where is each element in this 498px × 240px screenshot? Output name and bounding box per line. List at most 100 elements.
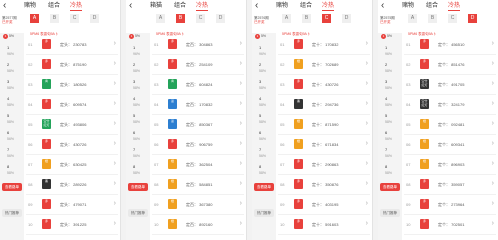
view-history-button[interactable]: 查看路单 xyxy=(380,183,400,191)
chevron-right-icon[interactable]: › xyxy=(366,200,368,207)
side-row[interactable]: 4 58% xyxy=(126,94,150,111)
chevron-right-icon[interactable]: › xyxy=(240,100,242,107)
side-row[interactable]: 5 58% xyxy=(0,111,24,128)
chevron-right-icon[interactable]: › xyxy=(114,120,116,127)
list-item[interactable]: 02 橙 定十： 702689 › xyxy=(278,57,370,75)
side-row[interactable]: 2 58% xyxy=(0,60,24,77)
back-chevron-icon[interactable]: ‹ xyxy=(255,0,258,12)
side-row[interactable]: 4 58% xyxy=(252,94,276,111)
side-row[interactable]: 1 96% xyxy=(126,43,150,60)
side-row[interactable]: 2 58% xyxy=(126,60,150,77)
letter-d-button[interactable]: D xyxy=(342,14,351,23)
side-row[interactable]: 4 58% xyxy=(378,94,402,111)
tab-3[interactable]: 冷热 xyxy=(448,2,461,11)
chevron-right-icon[interactable]: › xyxy=(240,140,242,147)
hot-recommend-button[interactable]: 热门推荐 xyxy=(128,209,148,217)
list-item[interactable]: 09 赤 定头： 479071 › xyxy=(26,197,118,215)
chevron-right-icon[interactable]: › xyxy=(366,120,368,127)
side-row[interactable]: 4 58% xyxy=(0,94,24,111)
letter-d-button[interactable]: D xyxy=(216,14,225,23)
tab-3[interactable]: 冷热 xyxy=(322,2,335,11)
tab-1[interactable]: 赌物 xyxy=(276,2,288,10)
chevron-right-icon[interactable]: › xyxy=(114,160,116,167)
list-item[interactable]: 05 橙 定个： 092481 › xyxy=(404,117,496,135)
view-history-button[interactable]: 查看路单 xyxy=(2,183,22,191)
list-item[interactable]: 09 赤 定十： 403195 › xyxy=(278,197,370,215)
list-item[interactable]: 10 赤 定十： 591603 › xyxy=(278,217,370,235)
list-item[interactable]: 10 赤 定个： 702501 › xyxy=(404,217,496,235)
chevron-right-icon[interactable]: › xyxy=(114,180,116,187)
side-row[interactable]: 6 56% xyxy=(252,128,276,145)
tab-2[interactable]: 组合 xyxy=(48,2,60,10)
list-item[interactable]: 07 橙 定百： 362504 › xyxy=(152,157,244,175)
list-item[interactable]: 01 赤 定个： 456510 › xyxy=(404,37,496,55)
side-row[interactable]: 3 58% xyxy=(0,77,24,94)
side-row[interactable]: 6 56% xyxy=(0,128,24,145)
letter-d-button[interactable]: D xyxy=(90,14,99,23)
letter-a-button[interactable]: A xyxy=(30,14,39,23)
tab-1[interactable]: 箱猫 xyxy=(150,2,162,10)
chevron-right-icon[interactable]: › xyxy=(114,40,116,47)
chevron-right-icon[interactable]: › xyxy=(240,60,242,67)
chevron-right-icon[interactable]: › xyxy=(492,140,494,147)
chevron-right-icon[interactable]: › xyxy=(114,60,116,67)
chevron-right-icon[interactable]: › xyxy=(492,100,494,107)
chevron-right-icon[interactable]: › xyxy=(240,220,242,227)
tab-3[interactable]: 冷热 xyxy=(196,2,209,11)
side-row[interactable]: 3 58% xyxy=(252,77,276,94)
side-row[interactable]: 8 58% xyxy=(126,162,150,179)
tab-2[interactable]: 组合 xyxy=(174,2,186,10)
letter-a-button[interactable]: A xyxy=(408,14,417,23)
list-item[interactable]: 02 赤 定百： 254109 › xyxy=(152,57,244,75)
back-chevron-icon[interactable]: ‹ xyxy=(3,0,6,12)
chevron-right-icon[interactable]: › xyxy=(114,220,116,227)
side-row[interactable]: 5 58% xyxy=(378,111,402,128)
tab-1[interactable]: 赌物 xyxy=(24,2,36,10)
list-item[interactable]: 06 橙 定十： 671834 › xyxy=(278,137,370,155)
chevron-right-icon[interactable]: › xyxy=(114,100,116,107)
side-row[interactable]: 1 96% xyxy=(378,43,402,60)
list-item[interactable]: 04 黑 定十： 294736 › xyxy=(278,97,370,115)
list-item[interactable]: 03 青 定头： 180526 › xyxy=(26,77,118,95)
back-chevron-icon[interactable]: ‹ xyxy=(129,0,132,12)
list-item[interactable]: 08 赤 定十： 350876 › xyxy=(278,177,370,195)
chevron-right-icon[interactable]: › xyxy=(366,160,368,167)
letter-c-button[interactable]: C xyxy=(196,14,205,23)
chevron-right-icon[interactable]: › xyxy=(240,120,242,127)
chevron-right-icon[interactable]: › xyxy=(114,200,116,207)
list-item[interactable]: 07 橙 定个： 896903 › xyxy=(404,157,496,175)
chevron-right-icon[interactable]: › xyxy=(492,180,494,187)
side-row[interactable]: 3 58% xyxy=(378,77,402,94)
chevron-right-icon[interactable]: › xyxy=(366,80,368,87)
chevron-right-icon[interactable]: › xyxy=(114,80,116,87)
chevron-right-icon[interactable]: › xyxy=(366,220,368,227)
side-row[interactable]: 8 58% xyxy=(0,162,24,179)
chevron-right-icon[interactable]: › xyxy=(492,120,494,127)
list-item[interactable]: 10 赤 定头： 391225 › xyxy=(26,217,118,235)
side-row[interactable]: 7 56% xyxy=(0,145,24,162)
chevron-right-icon[interactable]: › xyxy=(492,200,494,207)
list-item[interactable]: 09 赤 定个： 273964 › xyxy=(404,197,496,215)
chevron-right-icon[interactable]: › xyxy=(240,180,242,187)
letter-c-button[interactable]: C xyxy=(448,14,457,23)
list-item[interactable]: 03 空什 红灯 定个： 491705 › xyxy=(404,77,496,95)
list-item[interactable]: 08 赤 定个： 359057 › xyxy=(404,177,496,195)
side-row[interactable]: 6 56% xyxy=(378,128,402,145)
hot-recommend-button[interactable]: 热门推荐 xyxy=(2,209,22,217)
chevron-right-icon[interactable]: › xyxy=(366,100,368,107)
chevron-right-icon[interactable]: › xyxy=(366,40,368,47)
chevron-right-icon[interactable]: › xyxy=(240,80,242,87)
list-item[interactable]: 01 赤 定百： 304863 › xyxy=(152,37,244,55)
list-item[interactable]: 04 赤 定头： 609574 › xyxy=(26,97,118,115)
chevron-right-icon[interactable]: › xyxy=(492,80,494,87)
chevron-right-icon[interactable]: › xyxy=(240,200,242,207)
tab-2[interactable]: 组合 xyxy=(300,2,312,10)
side-row[interactable]: 2 58% xyxy=(378,60,402,77)
hot-recommend-button[interactable]: 热门推荐 xyxy=(254,209,274,217)
list-item[interactable]: 05 蓝 定百： 850367 › xyxy=(152,117,244,135)
list-item[interactable]: 04 空什 红灯 定个： 324179 › xyxy=(404,97,496,115)
chevron-right-icon[interactable]: › xyxy=(114,140,116,147)
side-row[interactable]: 7 56% xyxy=(252,145,276,162)
letter-c-button[interactable]: C xyxy=(70,14,79,23)
side-row[interactable]: 1 96% xyxy=(252,43,276,60)
